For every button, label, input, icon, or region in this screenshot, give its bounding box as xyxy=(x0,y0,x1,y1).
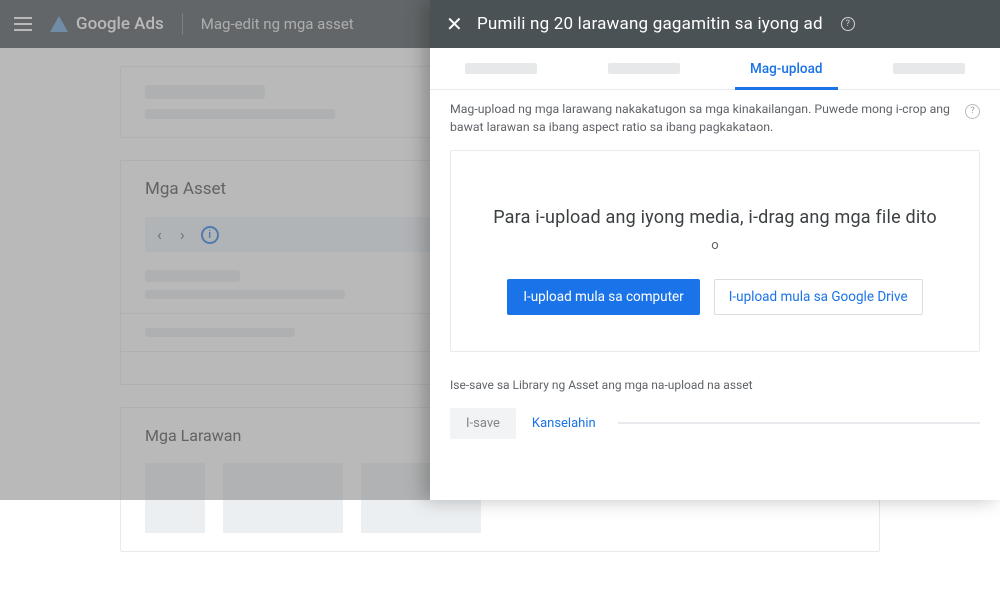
upload-from-computer-button[interactable]: I-upload mula sa computer xyxy=(507,279,699,315)
tab-placeholder-1[interactable] xyxy=(430,48,573,89)
help-icon[interactable]: ? xyxy=(841,17,855,31)
dropzone-headline: Para i-upload ang iyong media, i-drag an… xyxy=(471,207,959,228)
panel-header: ✕ Pumili ng 20 larawang gagamitin sa iyo… xyxy=(430,0,1000,48)
save-note: Ise-save sa Library ng Asset ang mga na-… xyxy=(430,352,1000,402)
product-name: Google Ads xyxy=(76,14,164,34)
tab-placeholder-3[interactable] xyxy=(858,48,1000,89)
tab-placeholder-2[interactable] xyxy=(573,48,716,89)
image-picker-panel: ✕ Pumili ng 20 larawang gagamitin sa iyo… xyxy=(430,0,1000,500)
tab-upload[interactable]: Mag-upload xyxy=(715,48,858,89)
ads-logo-icon xyxy=(50,16,68,32)
progress-bar xyxy=(618,422,980,424)
product-logo: Google Ads xyxy=(50,14,164,34)
menu-icon[interactable] xyxy=(14,17,32,31)
image-thumb[interactable] xyxy=(223,463,343,533)
cancel-link[interactable]: Kanselahin xyxy=(532,416,596,431)
image-thumb[interactable] xyxy=(145,463,205,533)
chevron-left-icon[interactable]: ‹ xyxy=(155,225,164,244)
upload-description-row: Mag-upload ng mga larawang nakakatugon s… xyxy=(430,90,1000,148)
info-icon[interactable]: i xyxy=(201,226,219,244)
panel-title: Pumili ng 20 larawang gagamitin sa iyong… xyxy=(477,14,823,34)
tabs: Mag-upload xyxy=(430,48,1000,90)
divider xyxy=(182,13,183,35)
dropzone-or: o xyxy=(471,238,959,253)
chevron-right-icon[interactable]: › xyxy=(178,225,187,244)
panel-actions: I-save Kanselahin xyxy=(430,402,1000,455)
save-button[interactable]: I-save xyxy=(450,408,516,439)
dropzone-buttons: I-upload mula sa computer I-upload mula … xyxy=(471,279,959,315)
upload-from-drive-button[interactable]: I-upload mula sa Google Drive xyxy=(714,279,923,315)
close-icon[interactable]: ✕ xyxy=(446,14,463,34)
breadcrumb: Mag-edit ng mga asset xyxy=(201,15,354,33)
upload-description: Mag-upload ng mga larawang nakakatugon s… xyxy=(450,102,953,138)
help-icon[interactable]: ? xyxy=(965,104,980,119)
upload-dropzone[interactable]: Para i-upload ang iyong media, i-drag an… xyxy=(450,150,980,352)
tab-upload-label: Mag-upload xyxy=(750,61,822,77)
